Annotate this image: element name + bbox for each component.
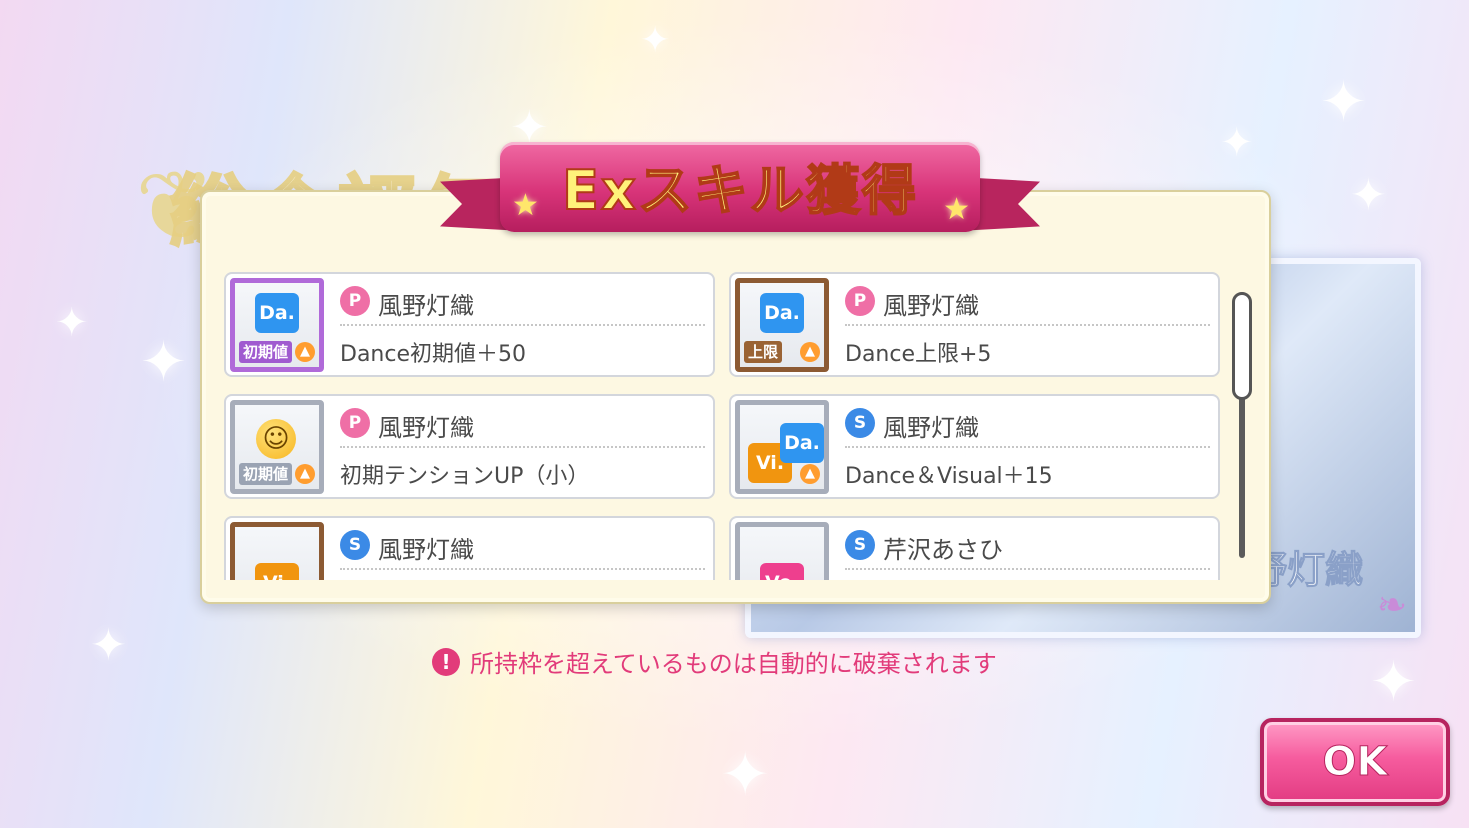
idol-name: 風野灯織 (378, 536, 474, 564)
idol-name: 風野灯織 (378, 414, 474, 442)
divider (340, 446, 705, 448)
sparkle-icon: ✦ (640, 20, 671, 61)
divider (340, 568, 705, 570)
arrow-up-icon: ▲ (800, 342, 820, 362)
idol-name: 風野灯織 (378, 292, 474, 320)
dance-badge: Da. (760, 293, 804, 333)
skill-description: 初期テンションUP（小） (340, 464, 590, 489)
vocal-badge: Vo. (760, 563, 804, 580)
skill-icon: Vo. (735, 522, 829, 580)
skill-item[interactable]: Vi. S 風野灯織 (224, 516, 715, 580)
dance-badge: Da. (780, 423, 824, 463)
skill-item[interactable]: Da. 上限 ▲ P 風野灯織 Dance上限+5 (729, 272, 1220, 377)
skill-list[interactable]: Da. 初期値 ▲ P 風野灯織 Dance初期値＋50 Da. 上限 ▲ P … (222, 270, 1222, 580)
title-ribbon: Exスキル獲得 ★ ★ (440, 132, 1040, 250)
support-type-icon: S (845, 530, 875, 560)
idol-name: 風野灯織 (883, 292, 979, 320)
producer-type-icon: P (340, 408, 370, 438)
sparkle-icon: ✦ (720, 740, 771, 810)
sparkle-icon: ✦ (1320, 70, 1367, 135)
skill-label: 初期値 (239, 341, 293, 363)
visual-badge: Vi. (255, 563, 299, 580)
sparkle-icon: ✦ (1350, 170, 1387, 221)
sparkle-icon: ✦ (1370, 650, 1417, 715)
wing-icon: ❧ (1376, 585, 1407, 626)
skill-icon: Vi. (230, 522, 324, 580)
skill-icon: Vi. Da. ▲ (735, 400, 829, 494)
skill-item[interactable]: Vo. S 芹沢あさひ (729, 516, 1220, 580)
arrow-up-icon: ▲ (800, 464, 820, 484)
skill-item[interactable]: Vi. Da. ▲ S 風野灯織 Dance＆Visual＋15 (729, 394, 1220, 499)
star-icon: ★ (512, 188, 539, 223)
skill-description: Dance上限+5 (845, 342, 992, 367)
skill-label: 初期値 (239, 463, 293, 485)
sparkle-icon: ✦ (140, 330, 187, 395)
discard-notice: ! 所持枠を超えているものは自動的に破棄されます (432, 644, 997, 679)
arrow-up-icon: ▲ (295, 342, 315, 362)
arrow-up-icon: ▲ (295, 464, 315, 484)
star-icon: ★ (943, 192, 970, 227)
ok-button[interactable]: OK (1260, 718, 1450, 806)
scrollbar[interactable] (1232, 292, 1252, 558)
divider (845, 446, 1210, 448)
divider (845, 324, 1210, 326)
skill-icon: Da. 上限 ▲ (735, 278, 829, 372)
ex-skill-dialog: Da. 初期値 ▲ P 風野灯織 Dance初期値＋50 Da. 上限 ▲ P … (200, 190, 1271, 604)
dance-badge: Da. (255, 293, 299, 333)
skill-label: 上限 (744, 341, 783, 363)
notice-text: 所持枠を超えているものは自動的に破棄されます (470, 650, 997, 678)
scrollbar-thumb[interactable] (1232, 292, 1252, 400)
idol-name: 風野灯織 (883, 414, 979, 442)
sparkle-icon: ✦ (1220, 120, 1254, 166)
producer-type-icon: P (340, 286, 370, 316)
warning-icon: ! (432, 647, 460, 676)
idol-name: 芹沢あさひ (883, 536, 1003, 564)
sparkle-icon: ✦ (55, 300, 89, 346)
smile-icon: ☺ (256, 419, 296, 459)
skill-description: Dance＆Visual＋15 (845, 464, 1053, 489)
divider (340, 324, 705, 326)
skill-item[interactable]: Da. 初期値 ▲ P 風野灯織 Dance初期値＋50 (224, 272, 715, 377)
producer-type-icon: P (845, 286, 875, 316)
skill-description: Dance初期値＋50 (340, 342, 526, 367)
skill-icon: Da. 初期値 ▲ (230, 278, 324, 372)
skill-item[interactable]: ☺ 初期値 ▲ P 風野灯織 初期テンションUP（小） (224, 394, 715, 499)
skill-icon: ☺ 初期値 ▲ (230, 400, 324, 494)
divider (845, 568, 1210, 570)
support-type-icon: S (340, 530, 370, 560)
support-type-icon: S (845, 408, 875, 438)
sparkle-icon: ✦ (90, 620, 127, 671)
